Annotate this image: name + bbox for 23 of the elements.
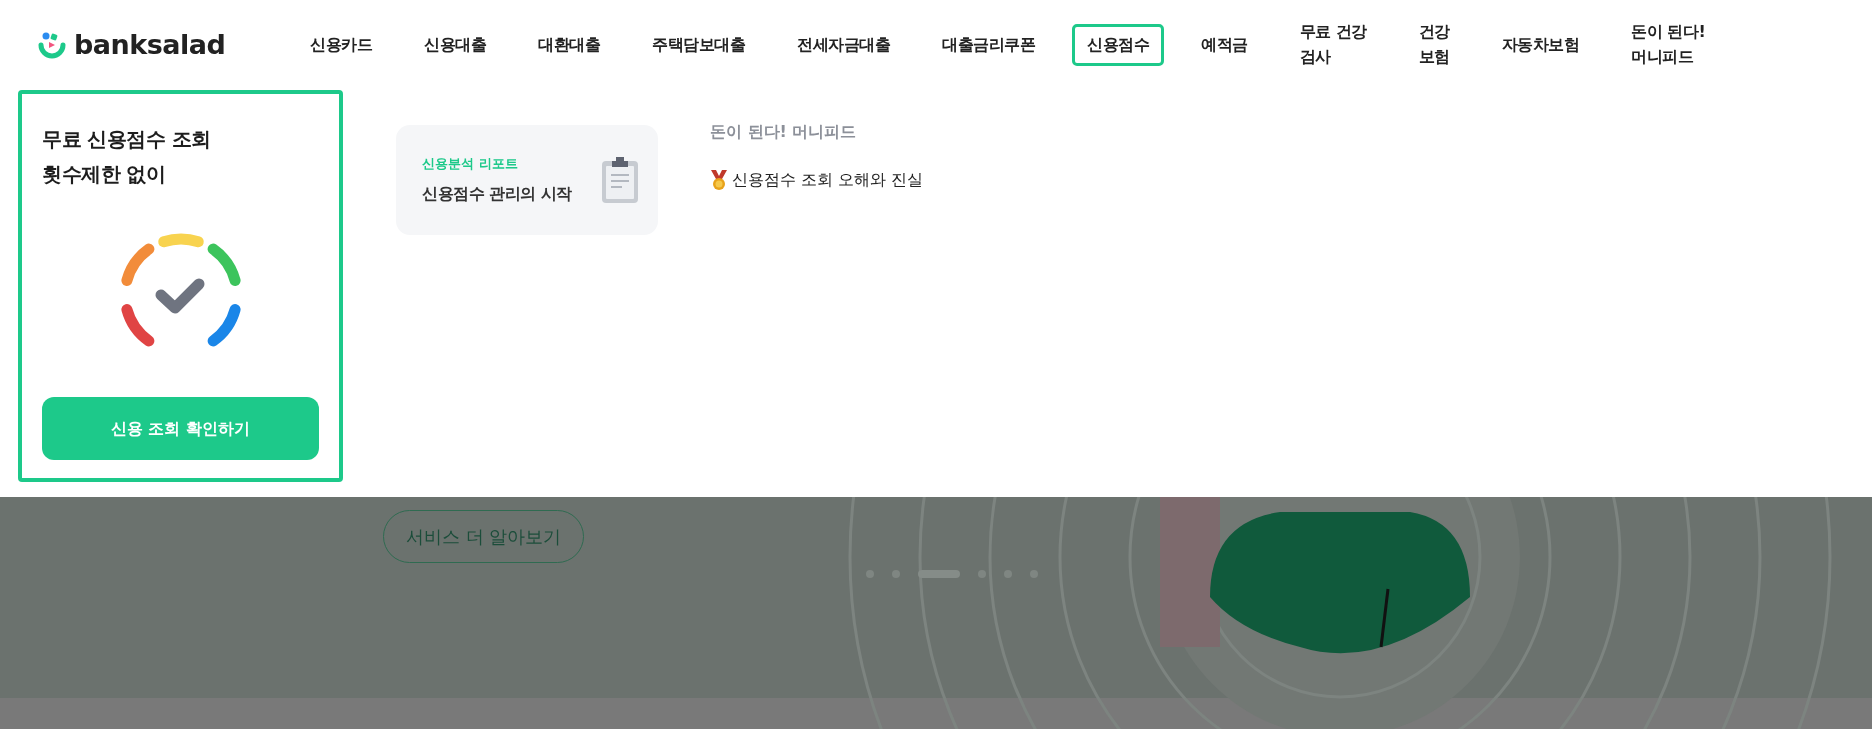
nav-link[interactable]: 신용대출 xyxy=(409,23,502,67)
nav-link[interactable]: 주택담보대출 xyxy=(637,23,761,67)
report-title: 신용점수 관리의 시작 xyxy=(422,182,572,205)
nav-link[interactable]: 신용점수 xyxy=(1072,23,1165,67)
nav-link[interactable]: 전세자금대출 xyxy=(782,23,906,67)
nav-link[interactable]: 자동차보험 xyxy=(1486,23,1595,67)
logo-icon xyxy=(38,31,66,59)
nav-link[interactable]: 돈이 된다! 머니피드 xyxy=(1616,11,1721,79)
report-card[interactable]: 신용분석 리포트 신용점수 관리의 시작 xyxy=(396,125,658,235)
nav-link[interactable]: 예적금 xyxy=(1186,23,1263,67)
nav-link[interactable]: 신용카드 xyxy=(295,23,388,67)
slide-indicator[interactable] xyxy=(918,570,960,578)
feed-heading: 돈이 된다! 머니피드 xyxy=(710,121,858,143)
report-label: 신용분석 리포트 xyxy=(422,155,519,174)
article-link[interactable]: 신용점수 조회 오해와 진실 xyxy=(710,168,924,192)
nav-link[interactable]: 대출금리쿠폰 xyxy=(927,23,1051,67)
medal-icon xyxy=(710,169,728,191)
logo-text[interactable]: banksalad xyxy=(74,24,226,66)
nav-link[interactable]: 대환대출 xyxy=(523,23,616,67)
nav-link[interactable]: 무료 건강 검사 xyxy=(1284,11,1382,79)
clipboard-icon xyxy=(600,155,640,205)
promo-title: 무료 신용점수 조회 횟수제한 없이 xyxy=(42,126,212,188)
nav-link[interactable]: 건강 보험 xyxy=(1403,11,1465,79)
